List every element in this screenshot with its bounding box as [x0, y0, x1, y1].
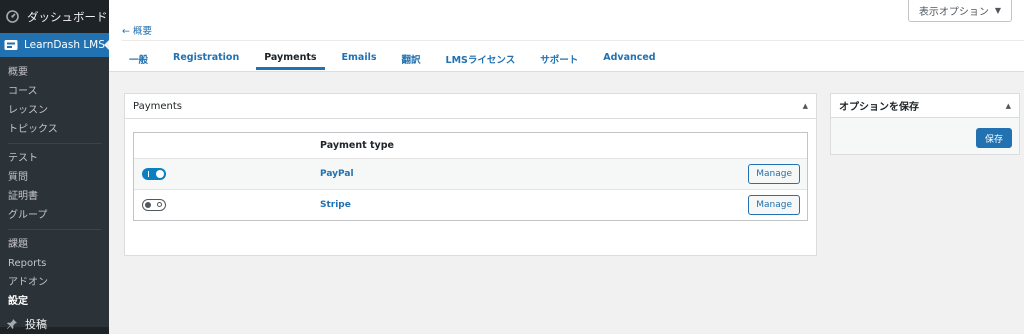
sidebar-item-posts[interactable]: 投稿 [0, 314, 109, 334]
sidebar-sub-addons[interactable]: アドオン [0, 273, 109, 292]
collapse-arrow-icon[interactable]: ▲ [1006, 102, 1011, 110]
sidebar-item-label: 投稿 [25, 318, 47, 331]
tab-support[interactable]: サポート [532, 48, 586, 70]
sidebar-divider [8, 229, 101, 230]
sidebar-sub-courses[interactable]: コース [0, 82, 109, 101]
sidebar-item-label: LearnDash LMS [24, 39, 105, 51]
payment-types-table: Payment type PayPal Manage Stripe Manage [133, 132, 808, 221]
sidebar-sub-topics[interactable]: トピックス [0, 120, 109, 139]
save-options-panel: オプションを保存 ▲ 保存 [830, 93, 1020, 155]
pushpin-icon [6, 318, 18, 330]
table-row: Stripe Manage [134, 189, 807, 220]
save-options-title: オプションを保存 [839, 102, 919, 113]
dashboard-icon [6, 10, 19, 23]
settings-tabs: 一般 Registration Payments Emails 翻訳 LMSライ… [121, 48, 673, 70]
tab-general[interactable]: 一般 [121, 48, 156, 70]
toggle-knob [156, 170, 164, 178]
sidebar-sub-quizzes[interactable]: テスト [0, 149, 109, 168]
manage-paypal-button[interactable]: Manage [748, 164, 800, 184]
paypal-toggle-switch[interactable] [142, 168, 166, 180]
settings-header: 表示オプション ▼ ← 概要 一般 Registration Payments … [109, 0, 1024, 72]
sidebar-sub-overview[interactable]: 概要 [0, 63, 109, 82]
sidebar-sub-questions[interactable]: 質問 [0, 168, 109, 187]
sidebar-item-label: ダッシュボード [27, 9, 108, 24]
sidebar-item-learndash[interactable]: LearnDash LMS [0, 33, 109, 57]
toggle-off-mark [157, 201, 162, 207]
collapse-arrow-icon[interactable]: ▲ [803, 102, 808, 110]
tab-translation[interactable]: 翻訳 [394, 48, 429, 70]
save-button[interactable]: 保存 [975, 128, 1012, 148]
payments-panel: Payments ▲ Payment type PayPal Manage St… [124, 93, 817, 256]
sidebar-sub-lessons[interactable]: レッスン [0, 101, 109, 120]
stripe-toggle-switch[interactable] [142, 199, 166, 211]
sidebar-sub-groups[interactable]: グループ [0, 206, 109, 225]
sidebar-sub-settings[interactable]: 設定 [0, 292, 109, 311]
payment-name-stripe[interactable]: Stripe [320, 200, 741, 210]
tab-lms-license[interactable]: LMSライセンス [438, 48, 524, 70]
toggle-cell [134, 168, 320, 180]
action-cell: Manage [741, 164, 807, 184]
toggle-cell [134, 199, 320, 211]
screen-options-label: 表示オプション [918, 7, 989, 18]
header-divider [122, 40, 1024, 41]
panel-title: Payments [133, 100, 182, 112]
sidebar-divider [8, 143, 101, 144]
admin-sidebar: ダッシュボード LearnDash LMS 概要 コース レッスン トピックス … [0, 0, 109, 334]
sidebar-sub-reports[interactable]: Reports [0, 254, 109, 273]
manage-stripe-button[interactable]: Manage [748, 195, 800, 215]
tab-registration[interactable]: Registration [165, 48, 247, 70]
save-options-header[interactable]: オプションを保存 ▲ [831, 94, 1019, 118]
column-header-payment-type: Payment type [320, 140, 394, 151]
toggle-on-mark [148, 171, 149, 177]
sidebar-sub-certificates[interactable]: 証明書 [0, 187, 109, 206]
payments-panel-header[interactable]: Payments ▲ [125, 94, 816, 119]
screen-options-button[interactable]: 表示オプション ▼ [907, 0, 1012, 22]
sidebar-submenu: 概要 コース レッスン トピックス テスト 質問 証明書 グループ 課題 Rep… [0, 57, 109, 327]
table-row: PayPal Manage [134, 158, 807, 189]
learndash-icon [4, 39, 18, 51]
toggle-knob [145, 201, 151, 208]
payment-name-paypal[interactable]: PayPal [320, 169, 741, 179]
tab-payments[interactable]: Payments [256, 48, 325, 70]
sidebar-item-dashboard[interactable]: ダッシュボード [0, 0, 109, 33]
sidebar-sub-assignments[interactable]: 課題 [0, 235, 109, 254]
action-cell: Manage [741, 195, 807, 215]
caret-down-icon: ▼ [994, 6, 1001, 15]
tab-advanced[interactable]: Advanced [595, 48, 663, 70]
tab-emails[interactable]: Emails [334, 48, 385, 70]
table-header-row: Payment type [134, 133, 807, 158]
back-to-overview-link[interactable]: ← 概要 [122, 23, 152, 37]
